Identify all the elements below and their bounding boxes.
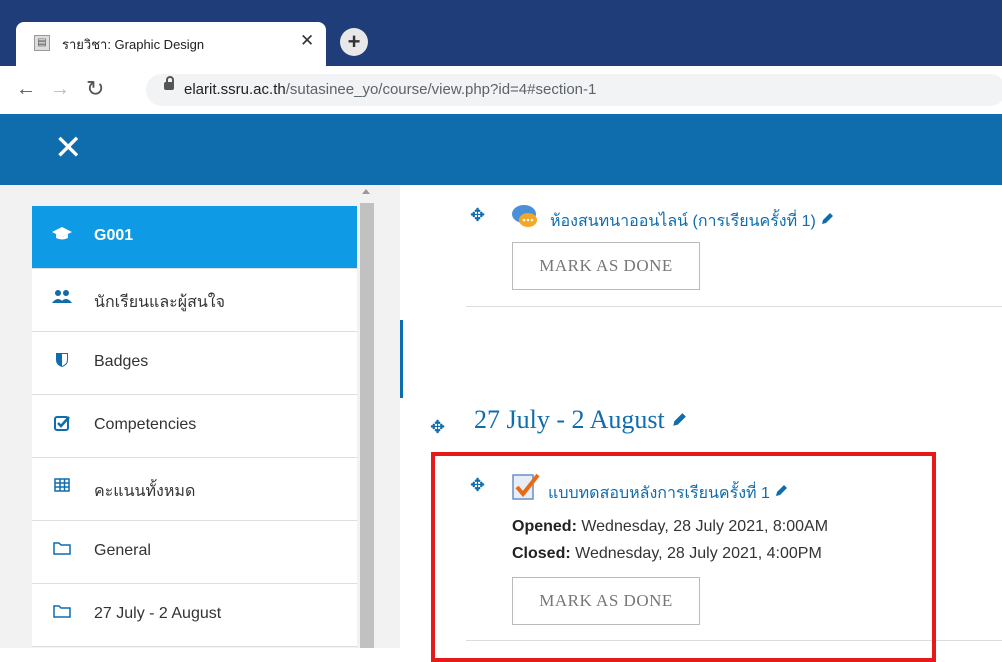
nav-item-grades[interactable]: คะแนนทั้งหมด xyxy=(32,458,357,521)
highlight-box xyxy=(431,452,936,662)
url-text: elarit.ssru.ac.th/sutasinee_yo/course/vi… xyxy=(184,81,596,98)
forward-arrow-icon[interactable]: → xyxy=(50,78,70,101)
drawer-scrollbar-thumb[interactable] xyxy=(360,203,374,648)
edit-pencil-icon[interactable] xyxy=(820,212,834,226)
url-path: /sutasinee_yo/course/view.php?id=4#secti… xyxy=(285,81,597,98)
shield-icon xyxy=(52,352,72,372)
section-title: 27 July - 2 August xyxy=(474,405,687,435)
chat-activity-link[interactable]: ห้องสนทนาออนไลน์ (การเรียนครั้งที่ 1) xyxy=(550,209,834,234)
lock-icon xyxy=(164,76,174,90)
edit-pencil-icon[interactable] xyxy=(671,412,687,428)
folder-icon xyxy=(52,604,72,624)
address-bar[interactable]: elarit.ssru.ac.th/sutasinee_yo/course/vi… xyxy=(146,74,1002,106)
reload-icon[interactable]: ↻ xyxy=(86,76,104,102)
mark-as-done-button[interactable]: MARK AS DONE xyxy=(512,242,700,290)
nav-item-label: นักเรียนและผู้สนใจ xyxy=(94,294,225,311)
users-icon xyxy=(52,289,72,309)
activity-separator xyxy=(466,306,1002,307)
folder-icon xyxy=(52,541,72,561)
chat-activity-name: ห้องสนทนาออนไลน์ (การเรียนครั้งที่ 1) xyxy=(550,213,816,230)
nav-item-badges[interactable]: Badges xyxy=(32,332,357,395)
browser-toolbar: ← → ↻ elarit.ssru.ac.th/sutasinee_yo/cou… xyxy=(0,66,1002,115)
section-indicator xyxy=(400,320,403,398)
new-tab-button[interactable]: + xyxy=(340,28,368,56)
scroll-up-arrow-icon[interactable] xyxy=(362,189,370,194)
browser-tab[interactable]: ▤ รายวิชา: Graphic Design ✕ xyxy=(16,22,326,66)
move-icon[interactable]: ✥ xyxy=(430,417,445,438)
nav-item-section-1[interactable]: 27 July - 2 August xyxy=(32,584,357,647)
nav-item-label: 27 July - 2 August xyxy=(94,605,222,622)
nav-item-label: G001 xyxy=(94,227,134,244)
favicon-icon: ▤ xyxy=(34,35,50,51)
checkbox-icon xyxy=(52,415,72,435)
site-header: ✕ xyxy=(0,114,1002,185)
nav-item-label: คะแนนทั้งหมด xyxy=(94,483,196,500)
nav-item-competencies[interactable]: Competencies xyxy=(32,395,357,458)
graduation-cap-icon xyxy=(52,226,72,246)
tab-title: รายวิชา: Graphic Design xyxy=(62,37,205,52)
nav-item-course[interactable]: G001 xyxy=(32,206,357,269)
nav-item-participants[interactable]: นักเรียนและผู้สนใจ xyxy=(32,269,357,332)
nav-item-label: General xyxy=(94,542,151,559)
nav-item-label: Badges xyxy=(94,353,149,370)
move-icon[interactable]: ✥ xyxy=(470,205,485,226)
section-title-text: 27 July - 2 August xyxy=(474,405,665,434)
url-host: elarit.ssru.ac.th xyxy=(184,81,286,98)
chat-icon xyxy=(510,201,542,233)
nav-item-label: Competencies xyxy=(94,416,197,433)
nav-item-general[interactable]: General xyxy=(32,521,357,584)
browser-tab-strip: ▤ รายวิชา: Graphic Design ✕ + xyxy=(0,0,1002,70)
table-icon xyxy=(52,478,72,498)
tab-close-icon[interactable]: ✕ xyxy=(300,31,314,51)
nav-drawer: G001 นักเรียนและผู้สนใจ Badges Competenc… xyxy=(0,185,400,648)
back-arrow-icon[interactable]: ← xyxy=(16,78,36,101)
close-drawer-icon[interactable]: ✕ xyxy=(54,128,83,168)
